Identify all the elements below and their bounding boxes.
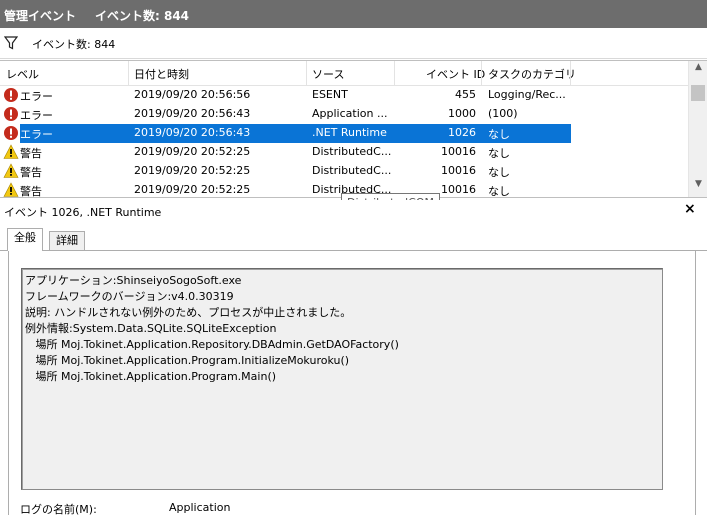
category-cell: Logging/Rec... — [488, 88, 566, 101]
warning-icon — [3, 144, 19, 163]
datetime-cell: 2019/09/20 20:52:25 — [134, 145, 251, 158]
datetime-cell: 2019/09/20 20:56:43 — [134, 126, 251, 139]
source-cell: .NET Runtime — [312, 126, 387, 139]
filter-icon[interactable] — [3, 36, 19, 53]
panel-titlebar: 管理イベント イベント数: 844 — [0, 0, 707, 28]
log-name-value: Application — [169, 501, 231, 514]
level-cell: エラー — [20, 109, 53, 122]
message-line: アプリケーション:ShinseiyoSogoSoft.exe — [25, 274, 242, 287]
category-cell: なし — [488, 185, 510, 198]
event-id-cell: 10016 — [441, 164, 476, 177]
error-icon — [3, 87, 19, 106]
datetime-cell: 2019/09/20 20:56:43 — [134, 107, 251, 120]
event-id-cell: 1000 — [448, 107, 476, 120]
event-id-cell: 1026 — [448, 126, 476, 139]
event-id-cell: 455 — [455, 88, 476, 101]
grid-header: レベル 日付と時刻 ソース イベント ID タスクのカテゴリ — [0, 61, 688, 86]
event-row[interactable]: エラー 2019/09/20 20:56:56 ESENT 455 Logging/Re… — [0, 86, 688, 105]
detail-header: イベント 1026, .NET Runtime × — [0, 200, 707, 222]
datetime-cell: 2019/09/20 20:52:25 — [134, 183, 251, 196]
col-event-id[interactable]: イベント ID — [426, 66, 485, 82]
tab-general[interactable]: 全般 — [7, 228, 43, 251]
col-datetime[interactable]: 日付と時刻 — [134, 66, 189, 82]
scroll-thumb[interactable] — [691, 85, 705, 101]
level-cell: エラー — [20, 128, 53, 141]
source-cell: Application ... — [312, 107, 388, 120]
level-cell: 警告 — [20, 166, 42, 179]
message-line: 場所 Moj.Tokinet.Application.Program.Initi… — [25, 354, 350, 367]
filter-event-count: イベント数: 844 — [32, 38, 116, 51]
col-source[interactable]: ソース — [312, 66, 344, 82]
close-icon[interactable]: × — [684, 201, 696, 217]
level-cell: 警告 — [20, 185, 42, 198]
event-row[interactable]: エラー 2019/09/20 20:56:43 .NET Runtime 1026 なし — [0, 124, 688, 143]
event-row[interactable]: エラー 2019/09/20 20:56:43 Application ... 100… — [0, 105, 688, 124]
category-cell: (100) — [488, 107, 518, 120]
event-count-title: イベント数: 844 — [95, 9, 190, 23]
col-level[interactable]: レベル — [6, 66, 39, 82]
scroll-up-icon[interactable]: ▲ — [689, 62, 707, 79]
event-row[interactable]: 警告 2019/09/20 20:52:25 DistributedC... 1001… — [0, 143, 688, 162]
category-cell: なし — [488, 166, 510, 179]
warning-icon — [3, 163, 19, 182]
error-icon — [3, 106, 19, 125]
source-cell: ESENT — [312, 88, 348, 101]
message-line: 場所 Moj.Tokinet.Application.Program.Main(… — [25, 370, 277, 383]
filter-bar: イベント数: 844 — [0, 28, 707, 59]
warning-icon — [3, 182, 19, 197]
source-cell: DistributedC... — [312, 164, 392, 177]
col-task-category[interactable]: タスクのカテゴリ — [488, 66, 576, 82]
message-line: 説明: ハンドルされない例外のため、プロセスが中止されました。 — [25, 306, 352, 319]
tab-details[interactable]: 詳細 — [49, 231, 85, 251]
message-line: 場所 Moj.Tokinet.Application.Repository.DB… — [25, 338, 399, 351]
category-cell: なし — [488, 147, 510, 160]
category-cell: なし — [488, 128, 510, 141]
source-cell: DistributedC... — [312, 145, 392, 158]
detail-tabs: 全般 詳細 — [0, 228, 707, 251]
events-grid[interactable]: レベル 日付と時刻 ソース イベント ID タスクのカテゴリ エラー 2019/0… — [0, 60, 707, 198]
panel-title: 管理イベント — [4, 9, 77, 23]
detail-title: イベント 1026, .NET Runtime — [4, 206, 162, 219]
grid-vertical-scrollbar[interactable]: ▲ ▼ — [688, 61, 707, 197]
error-icon — [3, 125, 19, 144]
level-cell: 警告 — [20, 147, 42, 160]
event-row[interactable]: 警告 2019/09/20 20:52:25 DistributedC... 1001… — [0, 162, 688, 181]
message-line: 例外情報:System.Data.SQLite.SQLiteException — [25, 322, 277, 335]
level-cell: エラー — [20, 90, 53, 103]
event-message-box[interactable]: アプリケーション:ShinseiyoSogoSoft.exe フレームワークのバ… — [21, 268, 663, 490]
message-line: フレームワークのバージョン:v4.0.30319 — [25, 290, 234, 303]
scroll-down-icon[interactable]: ▼ — [689, 179, 707, 196]
event-id-cell: 10016 — [441, 145, 476, 158]
datetime-cell: 2019/09/20 20:52:25 — [134, 164, 251, 177]
datetime-cell: 2019/09/20 20:56:56 — [134, 88, 251, 101]
